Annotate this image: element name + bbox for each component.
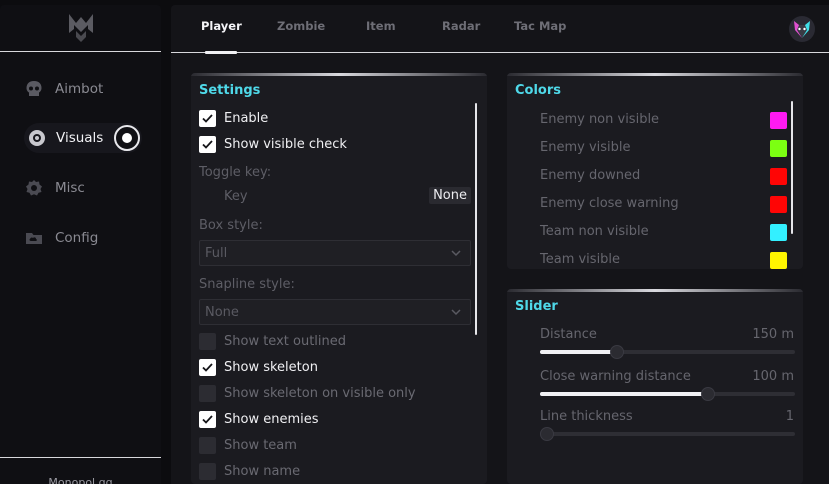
settings-panel: Settings Enable Show visible check Toggl… bbox=[191, 73, 487, 484]
wolf-avatar-icon bbox=[794, 21, 810, 38]
distance-label: Distance bbox=[540, 327, 597, 342]
tab-zombie[interactable]: Zombie bbox=[277, 19, 325, 33]
slider-handle[interactable] bbox=[701, 387, 715, 401]
line-thickness-value: 1 bbox=[785, 409, 794, 424]
show-team-checkbox[interactable]: Show team bbox=[199, 436, 297, 454]
avatar[interactable] bbox=[789, 16, 815, 42]
sidebar-item-label: Visuals bbox=[56, 130, 104, 146]
sidebar-item-label: Misc bbox=[55, 180, 85, 196]
slider-title: Slider bbox=[515, 299, 558, 314]
active-tab-indicator bbox=[205, 51, 237, 54]
show-visible-check-checkbox[interactable]: Show visible check bbox=[199, 135, 347, 153]
colors-scrollbar[interactable] bbox=[791, 101, 793, 234]
check-icon bbox=[199, 358, 216, 376]
tab-item[interactable]: Item bbox=[366, 19, 396, 33]
color-swatch-enemy-non-visible[interactable] bbox=[770, 112, 787, 129]
color-swatch-team-non-visible[interactable] bbox=[770, 224, 787, 241]
chevron-down-icon bbox=[451, 309, 461, 316]
color-label-enemy-downed: Enemy downed bbox=[540, 168, 641, 183]
color-label-team-visible: Team visible bbox=[540, 252, 621, 267]
snapline-style-select[interactable]: None bbox=[199, 299, 471, 325]
key-label: Key bbox=[224, 189, 248, 204]
color-label-enemy-non-visible: Enemy non visible bbox=[540, 112, 660, 127]
colors-panel: Colors Enemy non visible Enemy visible E… bbox=[507, 73, 803, 269]
slider-handle[interactable] bbox=[540, 427, 554, 441]
close-warning-distance-value: 100 m bbox=[752, 369, 794, 384]
logo-icon bbox=[68, 14, 93, 42]
color-swatch-enemy-downed[interactable] bbox=[770, 168, 787, 185]
skull-icon bbox=[24, 79, 44, 99]
sidebar-item-config[interactable]: Config bbox=[24, 224, 98, 252]
chevron-down-icon bbox=[451, 250, 461, 257]
check-icon bbox=[199, 410, 216, 428]
sidebar-item-visuals[interactable]: Visuals bbox=[24, 123, 142, 153]
brand-logo bbox=[0, 5, 161, 52]
gear-icon bbox=[24, 178, 44, 198]
check-icon bbox=[199, 109, 216, 127]
color-label-enemy-visible: Enemy visible bbox=[540, 140, 631, 155]
box-style-select[interactable]: Full bbox=[199, 240, 471, 266]
tab-tac-map[interactable]: Tac Map bbox=[514, 19, 566, 33]
color-swatch-enemy-close-warning[interactable] bbox=[770, 196, 787, 213]
sidebar-item-misc[interactable]: Misc bbox=[24, 174, 85, 202]
slider-panel: Slider Distance 150 m Close warning dist… bbox=[507, 289, 803, 484]
line-thickness-label: Line thickness bbox=[540, 409, 633, 424]
sidebar-item-label: Config bbox=[55, 230, 99, 246]
slider-fill bbox=[540, 350, 617, 354]
sidebar-footer: Monopol.gg bbox=[0, 457, 161, 484]
close-warning-distance-slider[interactable] bbox=[540, 387, 795, 401]
color-label-enemy-close-warning: Enemy close warning bbox=[540, 196, 679, 211]
visuals-toggle[interactable] bbox=[114, 125, 140, 151]
toggle-key-label: Toggle key: bbox=[199, 165, 272, 180]
line-thickness-slider[interactable] bbox=[540, 427, 795, 441]
slider-handle[interactable] bbox=[610, 345, 624, 359]
check-icon bbox=[199, 135, 216, 153]
sidebar-item-label: Aimbot bbox=[55, 81, 104, 97]
color-swatch-team-visible[interactable] bbox=[770, 252, 787, 269]
distance-slider[interactable] bbox=[540, 345, 795, 359]
colors-title: Colors bbox=[515, 83, 562, 98]
close-warning-distance-label: Close warning distance bbox=[540, 369, 691, 384]
key-binding-button[interactable]: None bbox=[429, 187, 471, 204]
color-label-team-non-visible: Team non visible bbox=[540, 224, 649, 239]
tab-radar[interactable]: Radar bbox=[442, 19, 480, 33]
box-style-label: Box style: bbox=[199, 218, 263, 233]
settings-title: Settings bbox=[199, 83, 261, 98]
sidebar: Aimbot Visuals Misc Config Monopol.gg bbox=[0, 5, 161, 484]
tab-player[interactable]: Player bbox=[201, 19, 242, 33]
enable-checkbox[interactable]: Enable bbox=[199, 109, 268, 127]
sidebar-item-aimbot[interactable]: Aimbot bbox=[24, 75, 103, 103]
cloud-folder-icon bbox=[24, 228, 44, 248]
show-enemies-checkbox[interactable]: Show enemies bbox=[199, 410, 319, 428]
show-text-outlined-checkbox[interactable]: Show text outlined bbox=[199, 332, 346, 350]
settings-scrollbar[interactable] bbox=[475, 103, 477, 335]
show-skeleton-checkbox[interactable]: Show skeleton bbox=[199, 358, 318, 376]
show-skeleton-visible-only-checkbox[interactable]: Show skeleton on visible only bbox=[199, 384, 416, 402]
color-swatch-enemy-visible[interactable] bbox=[770, 140, 787, 157]
distance-value: 150 m bbox=[752, 327, 794, 342]
slider-fill bbox=[540, 392, 708, 396]
show-name-checkbox[interactable]: Show name bbox=[199, 462, 300, 480]
footer-brand: Monopol.gg bbox=[48, 476, 113, 484]
tab-bar: Player Zombie Item Radar Tac Map bbox=[171, 5, 829, 54]
eye-icon bbox=[27, 128, 47, 148]
snapline-style-label: Snapline style: bbox=[199, 277, 295, 292]
main-content: Player Zombie Item Radar Tac Map Setting… bbox=[171, 5, 829, 484]
